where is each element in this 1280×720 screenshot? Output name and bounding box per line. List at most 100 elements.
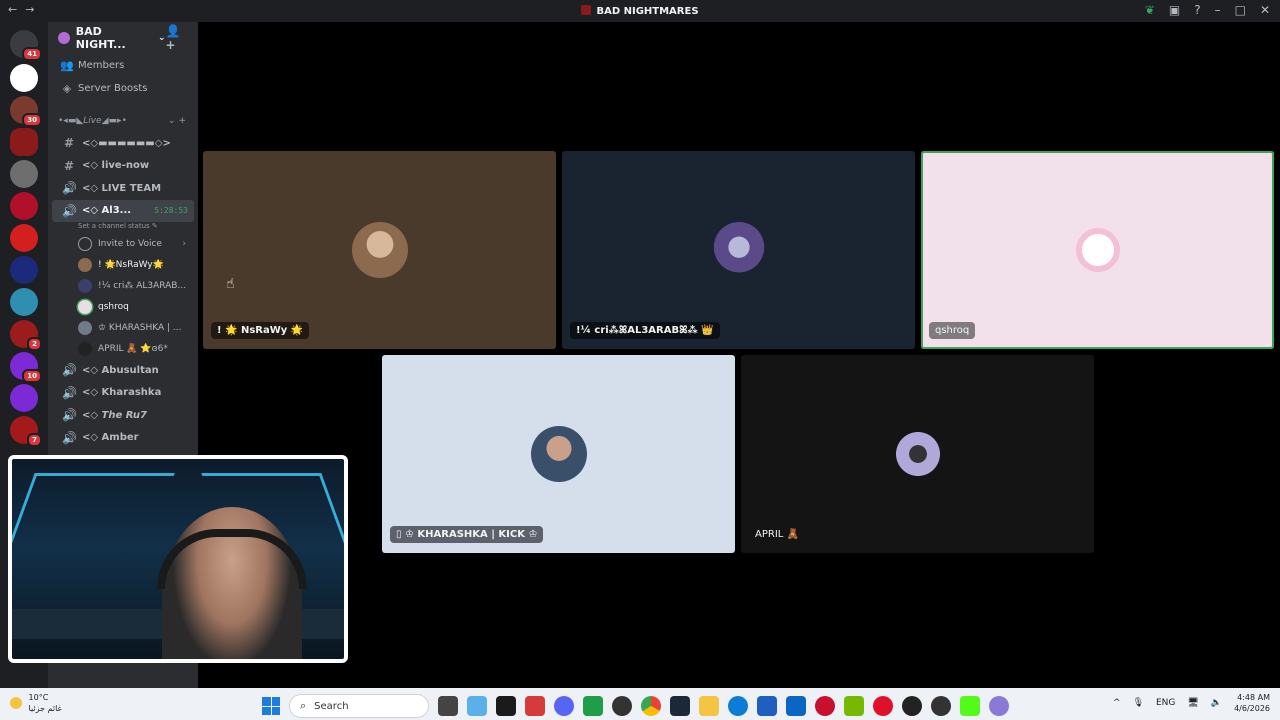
widgets-icon[interactable] bbox=[467, 696, 487, 716]
weather-temp: 10°C bbox=[28, 693, 49, 702]
chrome-icon[interactable] bbox=[641, 696, 661, 716]
weather-widget[interactable]: 10°C غائم جزئيا bbox=[10, 692, 62, 714]
tray-chevron-icon[interactable]: ^ bbox=[1113, 698, 1121, 708]
volume-icon[interactable]: 🔈 bbox=[1211, 698, 1222, 708]
file-explorer-icon[interactable] bbox=[699, 696, 719, 716]
channel-label: <◇▬▬▬▬▬▬◇> bbox=[82, 137, 171, 149]
badge: 7 bbox=[27, 433, 42, 447]
invite-to-voice[interactable]: Invite to Voice › bbox=[48, 233, 198, 254]
kick-icon[interactable] bbox=[960, 696, 980, 716]
voice-channel[interactable]: 🔊 <◇ Abusultan bbox=[52, 359, 194, 382]
category-live[interactable]: •◂▬◣Live◢▬▸• ⌄ + bbox=[48, 110, 198, 132]
hashtag-icon: # bbox=[63, 158, 75, 173]
window-title: BAD NIGHTMARES bbox=[0, 5, 1280, 17]
text-channel[interactable]: # <◇▬▬▬▬▬▬◇> bbox=[52, 132, 194, 155]
invite-icon bbox=[78, 236, 92, 251]
speaker-icon: 🔊 bbox=[62, 408, 77, 423]
minimize-icon[interactable]: – bbox=[1215, 3, 1221, 17]
network-icon[interactable]: 🖥 bbox=[1187, 698, 1198, 708]
voice-channel-active[interactable]: 🔊 <◇ Al3... 5:28:53 bbox=[52, 199, 194, 222]
task-view-icon[interactable] bbox=[438, 696, 458, 716]
discord-icon[interactable] bbox=[554, 696, 574, 716]
streamer-webcam-overlay bbox=[8, 455, 348, 663]
members-label: Members bbox=[78, 60, 125, 71]
maximize-icon[interactable]: □ bbox=[1235, 3, 1246, 17]
server-icon[interactable]: 30 bbox=[10, 96, 42, 127]
voice-member[interactable]: APRIL 🧸 ⭐ɞ6* bbox=[48, 338, 198, 359]
server-icon[interactable]: 7 bbox=[10, 416, 42, 447]
inbox-icon[interactable]: ▣ bbox=[1169, 3, 1180, 17]
help-icon[interactable]: ? bbox=[1194, 3, 1200, 17]
badge: 10 bbox=[22, 369, 42, 383]
participant-tile[interactable]: ▯ ♔ KHARASHKA | KICK ♔ bbox=[382, 355, 735, 553]
channel-label: <◇ live-now bbox=[82, 160, 150, 172]
obs-icon[interactable] bbox=[612, 696, 632, 716]
voice-channel[interactable]: 🔊 <◇ Amber bbox=[52, 427, 194, 450]
server-icon[interactable] bbox=[10, 224, 38, 252]
close-icon[interactable]: ✕ bbox=[1260, 3, 1270, 17]
voice-member[interactable]: qshroq bbox=[48, 296, 198, 317]
clock-date: 4/6/2026 bbox=[1234, 704, 1270, 713]
participant-name: qshroq bbox=[929, 322, 976, 339]
server-icon[interactable]: 10 bbox=[10, 352, 42, 383]
voice-channel[interactable]: 🔊 <◇ Kharashka bbox=[52, 382, 194, 405]
participant-avatar bbox=[530, 426, 587, 482]
app-icon[interactable] bbox=[496, 696, 516, 716]
participant-tile[interactable]: APRIL 🧸 bbox=[741, 355, 1094, 553]
invite-label: Invite to Voice bbox=[98, 238, 162, 249]
voice-channel[interactable]: 🔊 <◇ LIVE TEAM bbox=[52, 177, 194, 200]
voice-member[interactable]: ! 🌟NsRaWy🌟 bbox=[48, 254, 198, 275]
members-icon: 👥 bbox=[60, 59, 74, 72]
badge: 41 bbox=[22, 47, 42, 61]
server-icon[interactable] bbox=[10, 384, 38, 412]
server-icon[interactable] bbox=[10, 192, 38, 220]
participant-tile[interactable]: !¼ cri⁂ꕤAL3ARABꕤ⁂ 👑 bbox=[562, 151, 915, 349]
language-indicator[interactable]: ENG bbox=[1156, 698, 1175, 708]
nitro-leaf-icon[interactable]: ❦ bbox=[1145, 3, 1155, 17]
channel-label: <◇ Al3... bbox=[82, 205, 132, 217]
server-boosts-link[interactable]: ◈ Server Boosts bbox=[48, 77, 198, 100]
app-icon[interactable] bbox=[931, 696, 951, 716]
members-link[interactable]: 👥 Members bbox=[48, 54, 198, 77]
boost-icon: ◈ bbox=[62, 82, 72, 95]
participant-tile-speaking[interactable]: qshroq bbox=[921, 151, 1274, 349]
home-discord-icon[interactable]: 41 bbox=[10, 30, 42, 61]
xbox-icon[interactable] bbox=[583, 696, 603, 716]
invite-people-icon[interactable]: 👤+ bbox=[166, 24, 191, 52]
boosts-label: Server Boosts bbox=[78, 83, 148, 94]
app-icon[interactable] bbox=[902, 696, 922, 716]
voice-member[interactable]: ♔ KHARASHKA | ... bbox=[48, 317, 198, 338]
voice-member[interactable]: !¼ cri⁂ AL3ARAB... bbox=[48, 275, 198, 296]
store-icon[interactable] bbox=[757, 696, 777, 716]
server-icon[interactable] bbox=[10, 288, 38, 316]
microphone-icon[interactable]: 🎙 bbox=[1133, 698, 1144, 708]
server-icon-active[interactable] bbox=[10, 128, 38, 156]
nvidia-icon[interactable] bbox=[844, 696, 864, 716]
speaker-icon: 🔊 bbox=[62, 430, 77, 445]
chevron-down-icon: ⌄ bbox=[157, 33, 166, 43]
app-icon[interactable] bbox=[873, 696, 893, 716]
app-icon[interactable] bbox=[786, 696, 806, 716]
app-icon[interactable] bbox=[525, 696, 545, 716]
call-timer: 5:28:53 bbox=[154, 206, 188, 216]
edge-icon[interactable] bbox=[728, 696, 748, 716]
server-icon[interactable] bbox=[10, 64, 38, 92]
system-tray: ^ 🎙 ENG 🖥 🔈 4:48 AM 4/6/2026 bbox=[1113, 692, 1270, 714]
channel-status-hint[interactable]: Set a channel status ✎ bbox=[48, 222, 198, 233]
server-icon[interactable] bbox=[10, 256, 38, 284]
app-icon[interactable] bbox=[815, 696, 835, 716]
server-icon[interactable]: 2 bbox=[10, 320, 42, 351]
hand-cursor-icon: ☝ bbox=[226, 276, 235, 292]
create-channel-icon[interactable]: ⌄ + bbox=[168, 116, 186, 126]
server-header[interactable]: BAD NIGHT... ⌄ 👤+ bbox=[48, 22, 198, 54]
clock[interactable]: 4:48 AM 4/6/2026 bbox=[1234, 692, 1270, 714]
voice-channel[interactable]: 🔊 <◇ The Ru7 bbox=[52, 404, 194, 427]
start-windows-icon[interactable] bbox=[262, 697, 280, 715]
taskbar-search[interactable]: ⌕ Search bbox=[289, 694, 429, 718]
app-icon[interactable] bbox=[989, 696, 1009, 716]
participant-tile[interactable]: ! 🌟 NsRaWy 🌟 bbox=[203, 151, 556, 349]
steam-icon[interactable] bbox=[670, 696, 690, 716]
speaker-icon: 🔊 bbox=[62, 181, 77, 196]
server-icon[interactable] bbox=[10, 160, 38, 188]
text-channel[interactable]: # <◇ live-now bbox=[52, 155, 194, 178]
